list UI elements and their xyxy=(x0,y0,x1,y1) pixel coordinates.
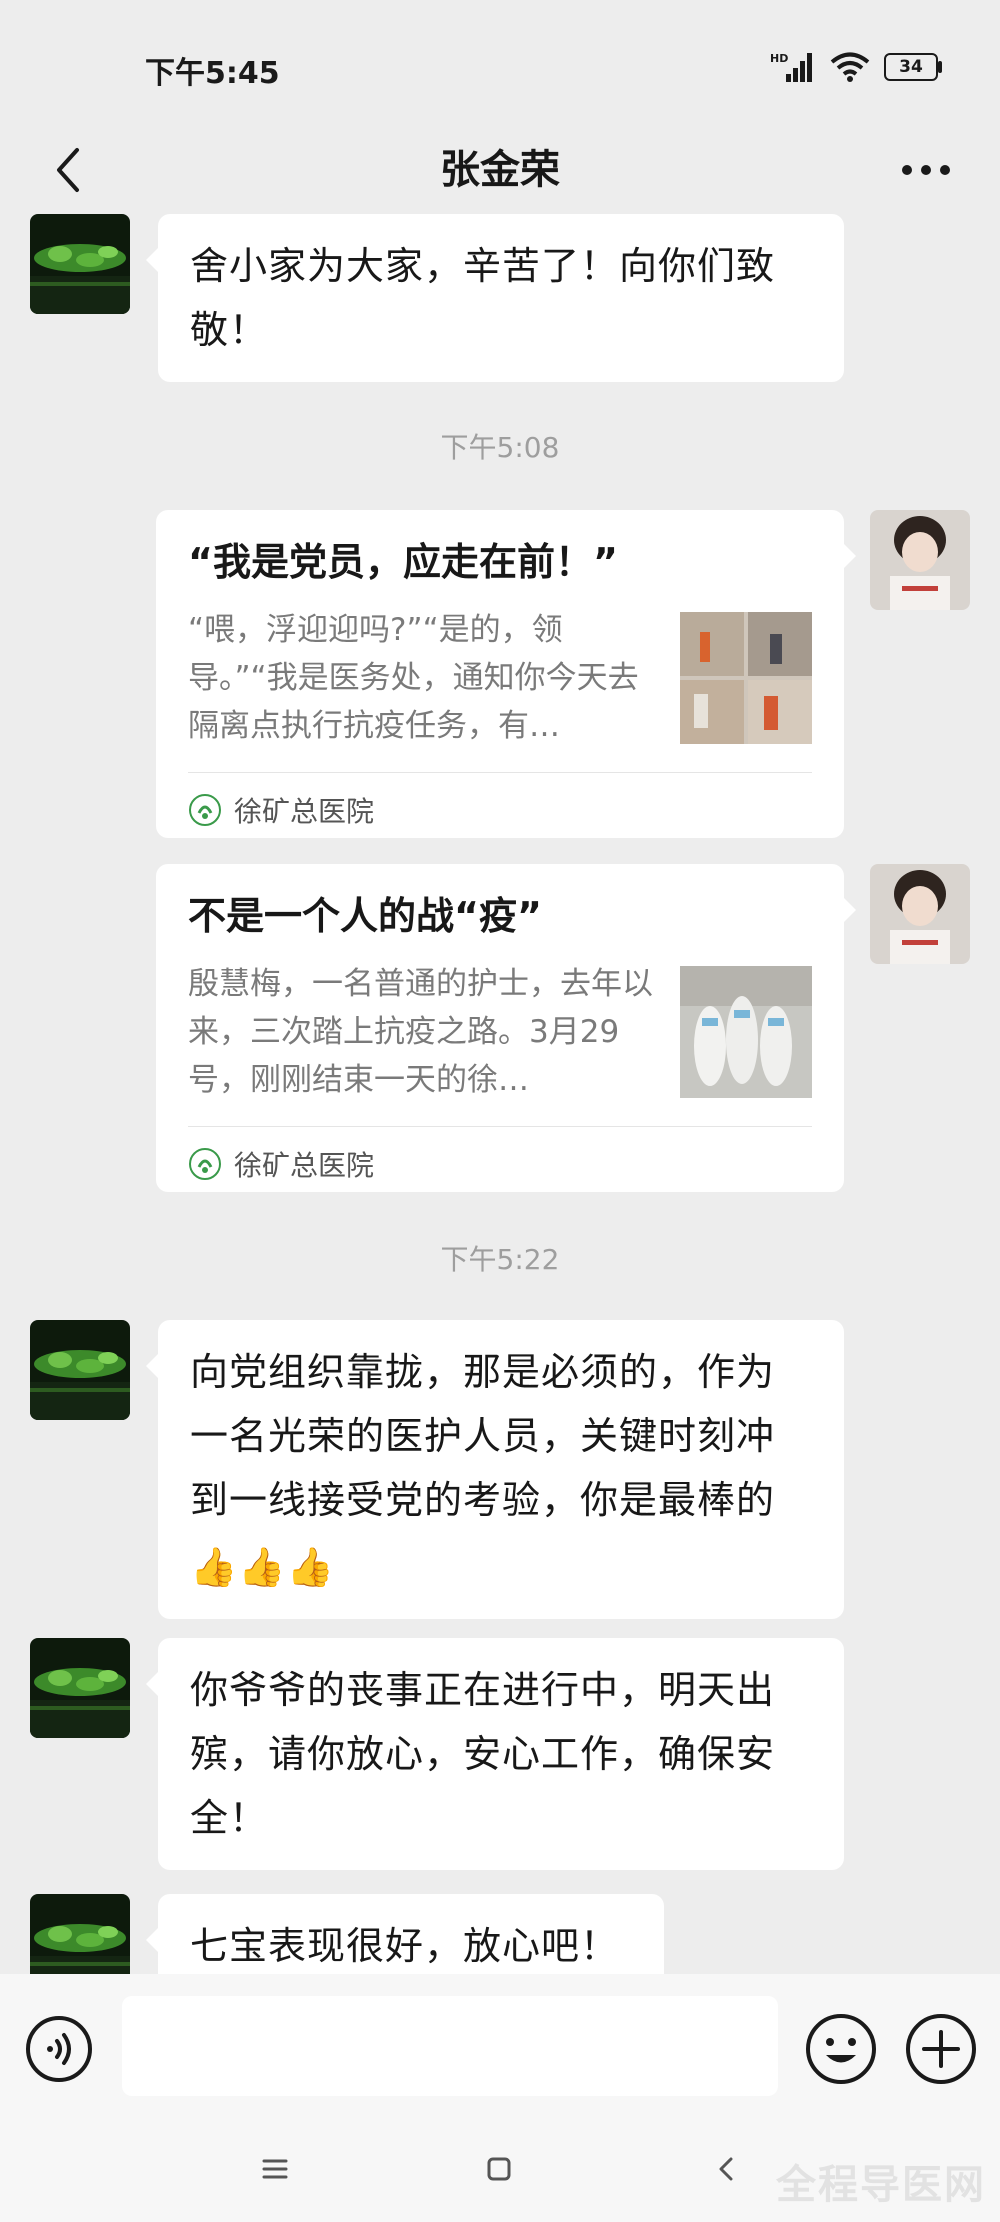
avatar-image xyxy=(870,510,970,610)
back-button[interactable] xyxy=(28,130,108,210)
card-source: 徐矿总医院 xyxy=(188,790,374,830)
message-bubble[interactable]: 向党组织靠拢，那是必须的，作为一名光荣的医护人员，关键时刻冲到一线接受党的考验，… xyxy=(146,1320,844,1619)
avatar-image xyxy=(30,1320,130,1420)
avatar[interactable] xyxy=(30,1638,130,1738)
timestamp: 下午5:08 xyxy=(440,431,560,464)
avatar-image xyxy=(30,214,130,314)
message-text: 七宝表现很好，放心吧！ xyxy=(190,1924,620,1968)
message-text: 舍小家为大家，辛苦了！向你们致敬！ xyxy=(190,244,776,352)
chevron-left-icon xyxy=(719,2157,733,2181)
avatar[interactable] xyxy=(30,214,130,314)
message-text: 向党组织靠拢，那是必须的，作为一名光荣的医护人员，关键时刻冲到一线接受党的考验，… xyxy=(190,1350,776,1522)
watermark: 全程导医网 xyxy=(776,2162,986,2208)
card-title: “我是党员，应走在前！” xyxy=(188,540,618,584)
recent-apps-button[interactable] xyxy=(250,2144,300,2194)
card-divider xyxy=(188,1126,812,1127)
message-bubble[interactable]: 舍小家为大家，辛苦了！向你们致敬！ xyxy=(146,214,844,382)
status-icons: HD 34 xyxy=(770,50,942,84)
card-description: 殷慧梅，一名普通的护士，去年以来，三次踏上抗疫之路。3月29号，刚刚结束一天的徐… xyxy=(188,966,653,1098)
smiley-icon xyxy=(806,2014,876,2084)
timestamp: 下午5:22 xyxy=(440,1243,560,1276)
article-card[interactable]: “我是党员，应走在前！” “喂，浮迎迎吗?”“是的，领导。”“我是医务处，通知你… xyxy=(156,510,856,838)
thumbs-up-emoji: 👍👍👍 xyxy=(190,1544,335,1589)
card-source-name: 徐矿总医院 xyxy=(234,1149,375,1182)
message-bubble[interactable]: 七宝表现很好，放心吧！ xyxy=(146,1894,664,1974)
card-source: 徐矿总医院 xyxy=(188,1144,374,1184)
voice-icon xyxy=(26,2016,92,2082)
avatar[interactable] xyxy=(30,1320,130,1420)
more-icon xyxy=(902,165,950,175)
avatar-image xyxy=(870,864,970,964)
system-navigation-bar: 全程导医网 xyxy=(0,2120,1000,2222)
avatar-image xyxy=(30,1638,130,1738)
chat-area[interactable]: 舍小家为大家，辛苦了！向你们致敬！ 下午5:08 “我是党员，应走在前！” “喂… xyxy=(0,214,1000,1974)
card-source-name: 徐矿总医院 xyxy=(234,795,375,828)
status-time: 下午5:45 xyxy=(145,56,280,91)
chat-title: 张金荣 xyxy=(440,147,560,193)
card-thumbnail xyxy=(680,966,812,1098)
network-label: HD xyxy=(770,52,788,65)
message-text: 你爷爷的丧事正在进行中，明天出殡，请你放心，安心工作，确保安全！ xyxy=(190,1668,776,1840)
article-card[interactable]: 不是一个人的战“疫” 殷慧梅，一名普通的护士，去年以来，三次踏上抗疫之路。3月2… xyxy=(156,864,856,1192)
message-bubble[interactable]: 你爷爷的丧事正在进行中，明天出殡，请你放心，安心工作，确保安全！ xyxy=(146,1638,844,1870)
square-icon xyxy=(487,2157,511,2181)
avatar[interactable] xyxy=(30,1894,130,1974)
wifi-icon xyxy=(830,52,870,82)
battery-icon: 34 xyxy=(884,53,942,81)
plus-icon xyxy=(906,2014,976,2084)
card-thumbnail xyxy=(680,612,812,744)
emoji-button[interactable] xyxy=(804,2012,878,2086)
more-button[interactable] xyxy=(876,130,976,210)
menu-icon xyxy=(262,2159,288,2179)
chevron-left-icon xyxy=(57,148,79,192)
avatar[interactable] xyxy=(870,864,970,964)
signal-icon: HD xyxy=(770,52,812,82)
more-actions-button[interactable] xyxy=(904,2012,978,2086)
chat-header: 张金荣 xyxy=(0,120,1000,220)
message-input[interactable] xyxy=(122,1996,778,2096)
battery-level: 34 xyxy=(899,57,923,77)
system-back-button[interactable] xyxy=(702,2144,752,2194)
input-bar xyxy=(0,1974,1000,2120)
hospital-logo-icon xyxy=(189,794,221,826)
voice-button[interactable] xyxy=(24,2014,94,2084)
card-description: “喂，浮迎迎吗?”“是的，领导。”“我是医务处，通知你今天去隔离点执行抗疫任务，… xyxy=(188,612,639,744)
card-title: 不是一个人的战“疫” xyxy=(188,894,542,938)
hospital-logo-icon xyxy=(189,1148,221,1180)
avatar[interactable] xyxy=(870,510,970,610)
card-divider xyxy=(188,772,812,773)
avatar-image xyxy=(30,1894,130,1974)
home-button[interactable] xyxy=(474,2144,524,2194)
status-bar: 下午5:45 HD 34 xyxy=(0,0,1000,120)
